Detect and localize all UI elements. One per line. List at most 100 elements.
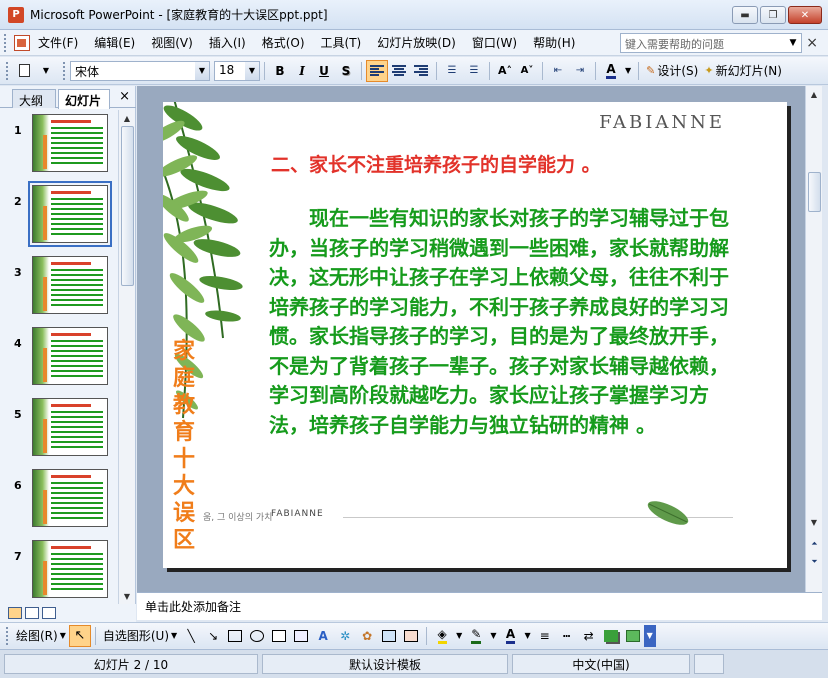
draw-menu-button[interactable]: 绘图(R) ▼ [13, 625, 69, 647]
menu-insert[interactable]: 插入(I) [201, 31, 254, 55]
dash-style-button[interactable]: ┅ [556, 625, 578, 647]
slide-thumbnail[interactable] [32, 256, 108, 314]
minimize-button[interactable]: ▬ [732, 6, 758, 24]
close-window-button[interactable]: ✕ [788, 6, 822, 24]
slide-thumbnail-row[interactable]: 6 [0, 467, 118, 529]
tab-slides[interactable]: 幻灯片 [58, 89, 110, 109]
textbox-tool-button[interactable] [268, 625, 290, 647]
vertical-textbox-button[interactable] [290, 625, 312, 647]
slide-body-text[interactable]: 现在一些有知识的家长对孩子的学习辅导过于包办，当孩子的学习稍微遇到一些困难，家长… [269, 204, 735, 440]
menu-slideshow[interactable]: 幻灯片放映(D) [369, 31, 464, 55]
design-button[interactable]: ✎ 设计(S) [643, 60, 701, 82]
chevron-down-icon[interactable]: ▼ [453, 625, 465, 647]
chevron-down-icon[interactable]: ▼ [521, 625, 533, 647]
shadow-style-button[interactable] [600, 625, 622, 647]
normal-view-button[interactable] [8, 607, 22, 619]
menu-file[interactable]: 文件(F) [30, 31, 86, 55]
toolbar-options-icon[interactable]: ▼ [643, 624, 656, 647]
slide-sorter-view-button[interactable] [25, 607, 39, 619]
shadow-button[interactable]: S [335, 60, 357, 82]
slide-thumbnail[interactable] [32, 540, 108, 598]
line-color-button[interactable]: ✎ [465, 625, 487, 647]
font-color-button[interactable]: A [600, 60, 622, 82]
fill-color-button[interactable]: ◈ [431, 625, 453, 647]
status-template[interactable]: 默认设计模板 [262, 654, 508, 674]
chevron-down-icon[interactable]: ▼ [195, 61, 209, 80]
numbering-button[interactable]: ☰ [441, 60, 463, 82]
scroll-up-icon[interactable]: ▲ [119, 110, 135, 126]
slideshow-view-button[interactable] [42, 607, 56, 619]
slide-thumbnail-row[interactable]: 4 [0, 325, 118, 387]
oval-tool-button[interactable] [246, 625, 268, 647]
tab-outline[interactable]: 大纲 [12, 89, 56, 108]
3d-style-button[interactable] [622, 625, 644, 647]
help-search-input[interactable]: 键入需要帮助的问题 [620, 33, 802, 53]
menu-view[interactable]: 视图(V) [143, 31, 201, 55]
chevron-down-icon[interactable]: ▼ [622, 60, 634, 82]
slide-thumbnail-row[interactable]: 1 [0, 112, 118, 174]
chevron-down-icon[interactable]: ▼ [245, 61, 259, 80]
toolbar-grip[interactable] [6, 626, 10, 645]
draw-font-color-button[interactable]: A [499, 625, 521, 647]
scroll-down-icon[interactable]: ▼ [806, 514, 822, 530]
wordart-button[interactable]: A [312, 625, 334, 647]
scroll-up-icon[interactable]: ▲ [806, 86, 822, 102]
font-size-select[interactable]: 18 ▼ [214, 60, 260, 81]
menu-tools[interactable]: 工具(T) [313, 31, 370, 55]
slide-canvas[interactable]: FABIANNE 二、家长不注重培养孩子的自学能力 。 现在一些有知识的家长对孩… [163, 102, 787, 568]
toolbar-grip[interactable] [63, 61, 67, 80]
slide-thumbnail-row[interactable]: 2 [0, 181, 118, 247]
slide-title[interactable]: 二、家长不注重培养孩子的自学能力 。 [271, 150, 601, 177]
scroll-down-icon[interactable]: ▼ [119, 588, 135, 604]
line-tool-button[interactable]: ╲ [180, 625, 202, 647]
new-slide-button[interactable]: ✦ 新幻灯片(N) [701, 60, 785, 82]
menu-edit[interactable]: 编辑(E) [86, 31, 143, 55]
next-slide-icon[interactable]: ⏷ [808, 556, 821, 568]
font-name-select[interactable]: 宋体 ▼ [70, 60, 210, 81]
slide-scrollbar[interactable]: ▲ ▼ ⏶ ⏷ [805, 86, 822, 592]
align-right-button[interactable] [410, 60, 432, 82]
close-document-button[interactable]: × [806, 35, 818, 51]
notes-pane[interactable]: 单击此处添加备注 [137, 592, 822, 620]
chevron-down-icon[interactable]: ▼ [786, 34, 800, 52]
document-icon[interactable] [14, 34, 30, 51]
bullets-button[interactable]: ☰ [463, 60, 485, 82]
toolbar-grip[interactable] [6, 61, 10, 80]
slide-thumbnail[interactable] [32, 398, 108, 456]
clipart-button[interactable]: ✿ [356, 625, 378, 647]
increase-font-button[interactable]: A˄ [494, 60, 516, 82]
new-document-button[interactable] [13, 60, 35, 82]
align-left-button[interactable] [366, 59, 388, 82]
slide-thumbnail[interactable] [32, 469, 108, 527]
select-objects-button[interactable]: ↖ [68, 624, 91, 647]
italic-button[interactable]: I [291, 60, 313, 82]
menu-format[interactable]: 格式(O) [254, 31, 313, 55]
autoshapes-menu-button[interactable]: 自选图形(U) ▼ [100, 625, 180, 647]
slide-thumbnail-row[interactable]: 7 [0, 538, 118, 600]
close-pane-button[interactable]: × [119, 89, 130, 104]
scrollbar-thumb[interactable] [121, 126, 134, 286]
align-center-button[interactable] [388, 60, 410, 82]
thumbnail-scrollbar[interactable]: ▲ ▼ [118, 110, 135, 604]
slide-thumbnail[interactable] [32, 327, 108, 385]
slide-thumbnail-row[interactable]: 5 [0, 396, 118, 458]
decrease-indent-button[interactable]: ⇤ [547, 60, 569, 82]
toolbar-grip[interactable] [4, 33, 8, 52]
slide-thumbnail[interactable] [32, 114, 108, 172]
image-button[interactable] [400, 625, 422, 647]
bold-button[interactable]: B [269, 60, 291, 82]
diagram-button[interactable]: ✲ [334, 625, 356, 647]
restore-button[interactable]: ❐ [760, 6, 786, 24]
line-style-button[interactable]: ≡ [534, 625, 556, 647]
toolbar-options-icon[interactable]: ▼ [35, 60, 57, 82]
insert-picture-button[interactable] [378, 625, 400, 647]
arrow-style-button[interactable]: ⇄ [578, 625, 600, 647]
arrow-tool-button[interactable]: ↘ [202, 625, 224, 647]
menu-help[interactable]: 帮助(H) [525, 31, 583, 55]
chevron-down-icon[interactable]: ▼ [487, 625, 499, 647]
decrease-font-button[interactable]: A˅ [516, 60, 538, 82]
previous-slide-icon[interactable]: ⏶ [808, 538, 821, 550]
slide-thumbnail-row[interactable]: 3 [0, 254, 118, 316]
menu-window[interactable]: 窗口(W) [464, 31, 525, 55]
scrollbar-thumb[interactable] [808, 172, 821, 212]
